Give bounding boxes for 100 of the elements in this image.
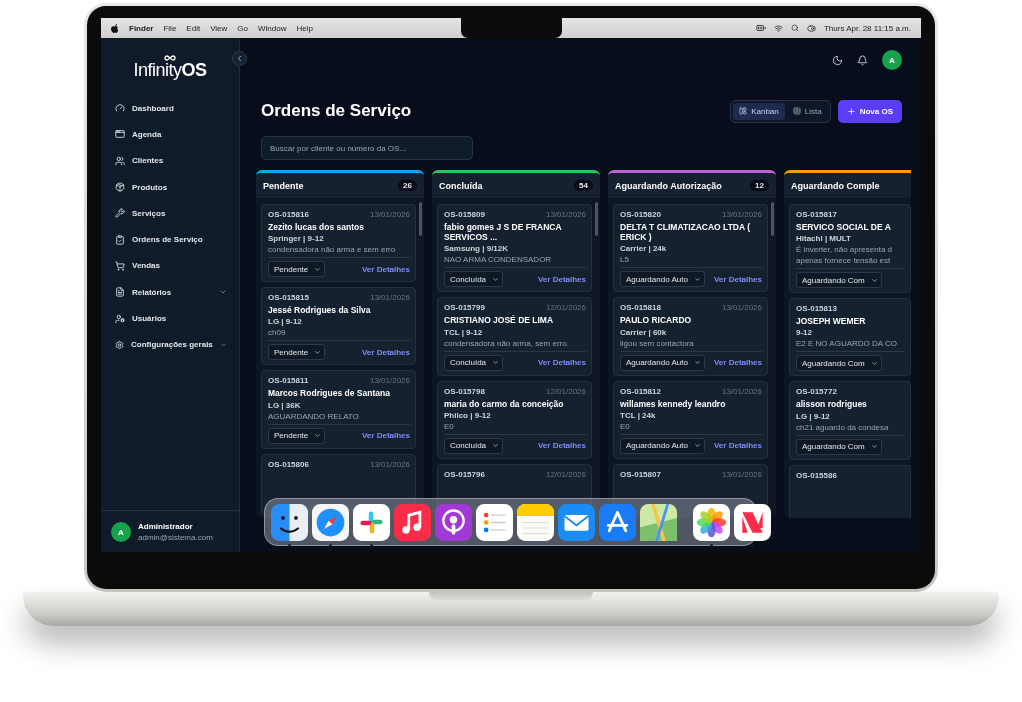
order-note: apenas fornece tensão est bbox=[796, 256, 892, 266]
order-card[interactable]: OS-015820 13/01/2026 DELTA T CLIMATIZACAO LTDA ( ERICK ) Carrier | 24k L5 Aguardando Auto Ver Detalhes bbox=[613, 204, 768, 293]
flower-icon[interactable] bbox=[693, 503, 730, 541]
details-link[interactable]: Ver Detalhes bbox=[537, 274, 586, 284]
column-count: 54 bbox=[574, 180, 593, 191]
equipment-info: LG | 9-12 bbox=[796, 411, 831, 421]
order-number: OS-015807 bbox=[620, 469, 661, 479]
music-note-icon[interactable] bbox=[394, 503, 431, 541]
details-link[interactable]: Ver Detalhes bbox=[361, 431, 410, 441]
details-link[interactable]: Ver Detalhes bbox=[537, 441, 586, 451]
order-number: OS-015811 bbox=[268, 376, 309, 386]
scrollbar[interactable] bbox=[419, 202, 422, 236]
status-select[interactable]: Pendente bbox=[268, 427, 326, 444]
sidebar-item[interactable]: Clientes bbox=[101, 147, 239, 174]
view-tab[interactable]: Lista bbox=[786, 102, 828, 120]
sidebar-item[interactable]: Agenda bbox=[101, 121, 239, 148]
sidebar-item[interactable]: Relatórios bbox=[101, 279, 239, 306]
wifi-icon[interactable] bbox=[774, 23, 783, 33]
sidebar-item[interactable]: Ordens de Serviço bbox=[101, 226, 239, 253]
status-select[interactable]: Aguardando Com bbox=[796, 438, 882, 455]
details-link[interactable]: Ver Detalhes bbox=[537, 358, 586, 368]
order-card[interactable]: OS-015818 13/01/2026 PAULO RICARDO Carrier | 60k ligou sem contactora Aguardando Auto Ver Detalhes bbox=[613, 297, 768, 376]
details-link[interactable]: Ver Detalhes bbox=[713, 441, 762, 451]
view-tab[interactable]: Kanban bbox=[733, 102, 785, 120]
sidebar-item[interactable]: Configurações gerais bbox=[101, 331, 239, 358]
order-number: OS-015772 bbox=[796, 387, 837, 397]
details-link[interactable]: Ver Detalhes bbox=[361, 264, 410, 274]
letter-a-icon[interactable] bbox=[599, 503, 636, 541]
menu-item[interactable]: Help bbox=[296, 23, 313, 33]
sidebar-item[interactable]: Usuários bbox=[101, 305, 239, 332]
status-select[interactable]: Aguardando Auto bbox=[620, 437, 705, 454]
status-select[interactable]: Aguardando Auto bbox=[620, 354, 705, 371]
map-icon[interactable] bbox=[640, 503, 677, 541]
details-link[interactable]: Ver Detalhes bbox=[713, 358, 762, 368]
plus-icon bbox=[846, 106, 856, 116]
envelope-icon[interactable] bbox=[558, 503, 595, 541]
logo-text: InfinityOS bbox=[133, 60, 207, 79]
menu-item[interactable]: Window bbox=[258, 23, 287, 33]
collapse-button[interactable] bbox=[232, 51, 247, 66]
chevron-down-icon bbox=[314, 265, 322, 273]
search-icon[interactable] bbox=[791, 24, 799, 32]
bell-icon[interactable] bbox=[857, 54, 868, 66]
smiling-face-icon[interactable] bbox=[271, 503, 308, 541]
status-select[interactable]: Aguardando Auto bbox=[620, 271, 705, 288]
menu-item[interactable]: Edit bbox=[186, 23, 201, 33]
chevron-down-icon bbox=[693, 275, 701, 283]
status-select[interactable]: Pendente bbox=[268, 261, 326, 278]
status-select[interactable]: Concluída bbox=[444, 271, 504, 288]
status-select[interactable]: Concluída bbox=[444, 354, 504, 371]
order-card[interactable]: OS-015817 SERVICO SOCIAL DE A Hitachi | MULT É inverter, não apresenta d apenas fornece tensão est Aguardando Com bbox=[789, 204, 911, 294]
stripes-icon[interactable] bbox=[734, 503, 771, 541]
order-card[interactable]: OS-015811 13/01/2026 Marcos Rodrigues de Santana LG | 36K AGUARDANDO RELATO Pendente Ver Detalhes bbox=[261, 370, 416, 449]
order-date: 13/01/2026 bbox=[721, 210, 762, 219]
podcast-icon[interactable] bbox=[435, 503, 472, 541]
menu-item[interactable]: Go bbox=[237, 23, 248, 33]
order-number: OS-015813 bbox=[796, 304, 837, 314]
status-select[interactable]: Pendente bbox=[268, 344, 326, 361]
order-card[interactable]: OS-015813 JOSEPH WEMER 9-12 E2 E NO AGUARDO DA CO Aguardando Com bbox=[789, 298, 911, 377]
apple-icon[interactable] bbox=[111, 23, 119, 33]
clipboard-icon bbox=[115, 234, 125, 245]
pinwheel-icon[interactable] bbox=[353, 503, 390, 541]
order-note: ch21 aguardo da condesa bbox=[796, 422, 890, 432]
order-card[interactable]: OS-015586 bbox=[789, 464, 911, 518]
equipment-info: 9-12 bbox=[796, 328, 813, 338]
details-link[interactable]: Ver Detalhes bbox=[361, 347, 410, 357]
sidebar-item[interactable]: Vendas bbox=[101, 252, 239, 280]
menu-item[interactable]: File bbox=[163, 23, 177, 33]
search-field[interactable]: Buscar por cliente ou número da OS... bbox=[261, 136, 473, 160]
order-card[interactable]: OS-015816 13/01/2026 Zezito lucas dos santos Springer | 9-12 condensadora não arma e sem erro Pendente Ver Detalhes bbox=[261, 204, 416, 283]
settings-icon bbox=[115, 339, 124, 350]
client-name: willames kennedy leandro bbox=[620, 398, 727, 409]
sidebar-item[interactable]: Produtos bbox=[101, 173, 239, 201]
status-select[interactable]: Concluída bbox=[444, 437, 504, 454]
equipment-info: LG | 9-12 bbox=[268, 317, 303, 327]
menu-item[interactable]: View bbox=[210, 23, 228, 33]
order-card[interactable]: OS-015809 13/01/2026 fabio gomes J S DE FRANCA SERVICOS ... Samsung | 9/12K NAO ARMA CONDENSADOR Concluída Ver Detalhes bbox=[437, 204, 592, 293]
details-link[interactable]: Ver Detalhes bbox=[713, 274, 762, 284]
menu-app-name[interactable]: Finder bbox=[129, 23, 154, 33]
order-card[interactable]: OS-015798 12/01/2026 maria do carmo da conceição Philco | 9-12 E0 Concluída Ver Detalhes bbox=[437, 380, 592, 459]
order-card[interactable]: OS-015772 alisson rodrigues LG | 9-12 ch21 aguardo da condesa Aguardando Com bbox=[789, 381, 911, 460]
equipment-info: Springer | 9-12 bbox=[268, 234, 325, 244]
column-title: Pendente bbox=[263, 180, 305, 191]
compass-icon[interactable] bbox=[312, 503, 349, 541]
scrollbar[interactable] bbox=[595, 202, 598, 236]
moon-icon[interactable] bbox=[832, 54, 843, 66]
order-note: E0 bbox=[444, 421, 455, 431]
new-order-button[interactable]: Nova OS bbox=[837, 99, 902, 123]
checklist-icon[interactable] bbox=[476, 503, 513, 541]
notepad-icon[interactable] bbox=[517, 503, 554, 541]
order-card[interactable]: OS-015812 13/01/2026 willames kennedy leandro TCL | 24k E0 Aguardando Auto Ver Detalhes bbox=[613, 380, 768, 459]
status-select[interactable]: Aguardando Com bbox=[796, 272, 882, 289]
order-date: 12/01/2026 bbox=[545, 469, 586, 479]
status-select[interactable]: Aguardando Com bbox=[796, 355, 882, 372]
toggle-icon[interactable] bbox=[807, 23, 816, 33]
battery-icon[interactable] bbox=[756, 23, 766, 33]
scrollbar[interactable] bbox=[771, 202, 774, 236]
sidebar-item[interactable]: Serviços bbox=[101, 200, 239, 227]
sidebar-item[interactable]: Dashboard bbox=[101, 95, 239, 122]
order-card[interactable]: OS-015815 13/01/2026 Jessé Rodrigues da Silva LG | 9-12 ch09 Pendente Ver Detalhes bbox=[261, 287, 416, 366]
order-card[interactable]: OS-015799 12/01/2026 CRISTIANO JOSÉ DE LIMA TCL | 9-12 condensadora não arma, sem erro. Concluída Ver Detalhes bbox=[437, 297, 592, 376]
